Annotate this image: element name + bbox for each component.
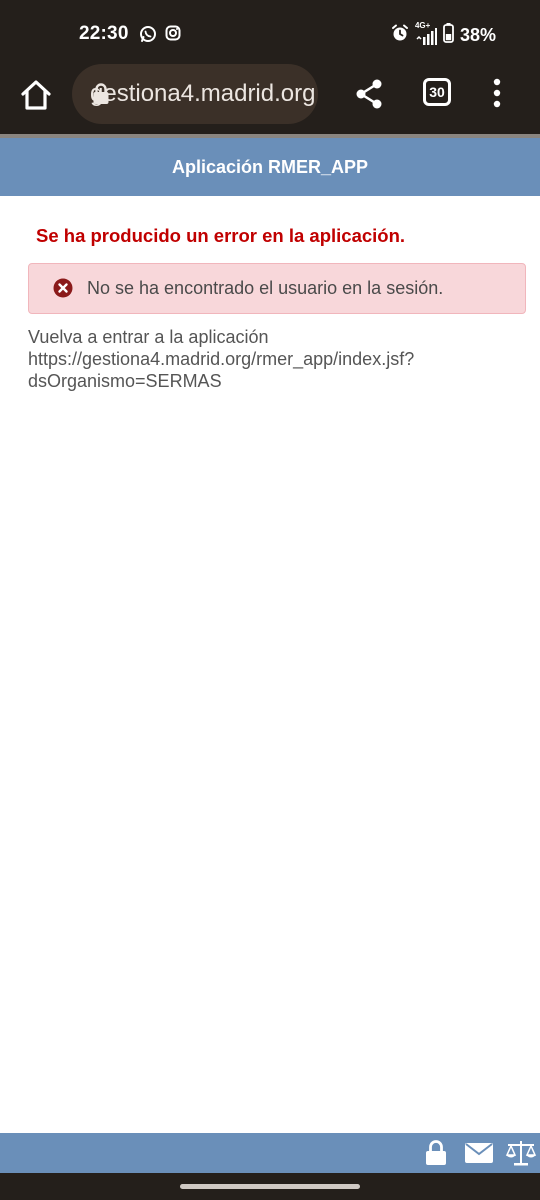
app-header: Aplicación RMER_APP (0, 138, 540, 196)
lock-icon[interactable] (425, 1140, 447, 1171)
status-right: 4G+ 38% (391, 21, 496, 48)
info-line-url: https://gestiona4.madrid.org/rmer_app/in… (28, 349, 415, 369)
error-circle-icon (53, 278, 73, 298)
status-bar: 22:30 4G+ 38% (0, 0, 540, 62)
instagram-icon (165, 25, 181, 48)
whatsapp-icon (139, 25, 157, 48)
tabs-button[interactable]: 30 (423, 78, 451, 106)
scales-icon[interactable] (505, 1139, 537, 1172)
error-message: No se ha encontrado el usuario en la ses… (87, 278, 444, 298)
signal-icon: 4G+ (415, 21, 437, 45)
url-text: gestiona4.madrid.org (90, 80, 316, 107)
battery-percentage: 38% (459, 25, 496, 45)
screen: 22:30 4G+ 38% gestiona4.madrid.org 30 Ap… (0, 0, 540, 1200)
system-nav-bar (0, 1173, 540, 1200)
share-button[interactable] (354, 78, 384, 110)
alarm-icon (391, 24, 409, 47)
mail-icon[interactable] (465, 1143, 493, 1168)
home-button[interactable] (19, 78, 53, 112)
notification-icons (139, 25, 181, 48)
status-time: 22:30 (79, 23, 129, 44)
url-bar[interactable]: gestiona4.madrid.org (72, 64, 318, 124)
more-options-button[interactable] (490, 78, 504, 108)
browser-toolbar: gestiona4.madrid.org 30 (0, 62, 540, 136)
info-line: Vuelva a entrar a la aplicación (28, 327, 269, 347)
battery-icon (443, 23, 454, 48)
info-text: Vuelva a entrar a la aplicación https://… (28, 326, 508, 392)
gesture-handle[interactable] (180, 1184, 360, 1189)
footer-bar (0, 1133, 540, 1173)
share-icon (356, 79, 382, 109)
error-heading: Se ha producido un error en la aplicació… (36, 225, 406, 246)
app-title: Aplicación RMER_APP (171, 156, 369, 177)
error-alert: No se ha encontrado el usuario en la ses… (28, 263, 526, 314)
home-icon (21, 80, 51, 110)
info-line: dsOrganismo=SERMAS (28, 371, 222, 391)
more-vert-icon (493, 78, 501, 108)
